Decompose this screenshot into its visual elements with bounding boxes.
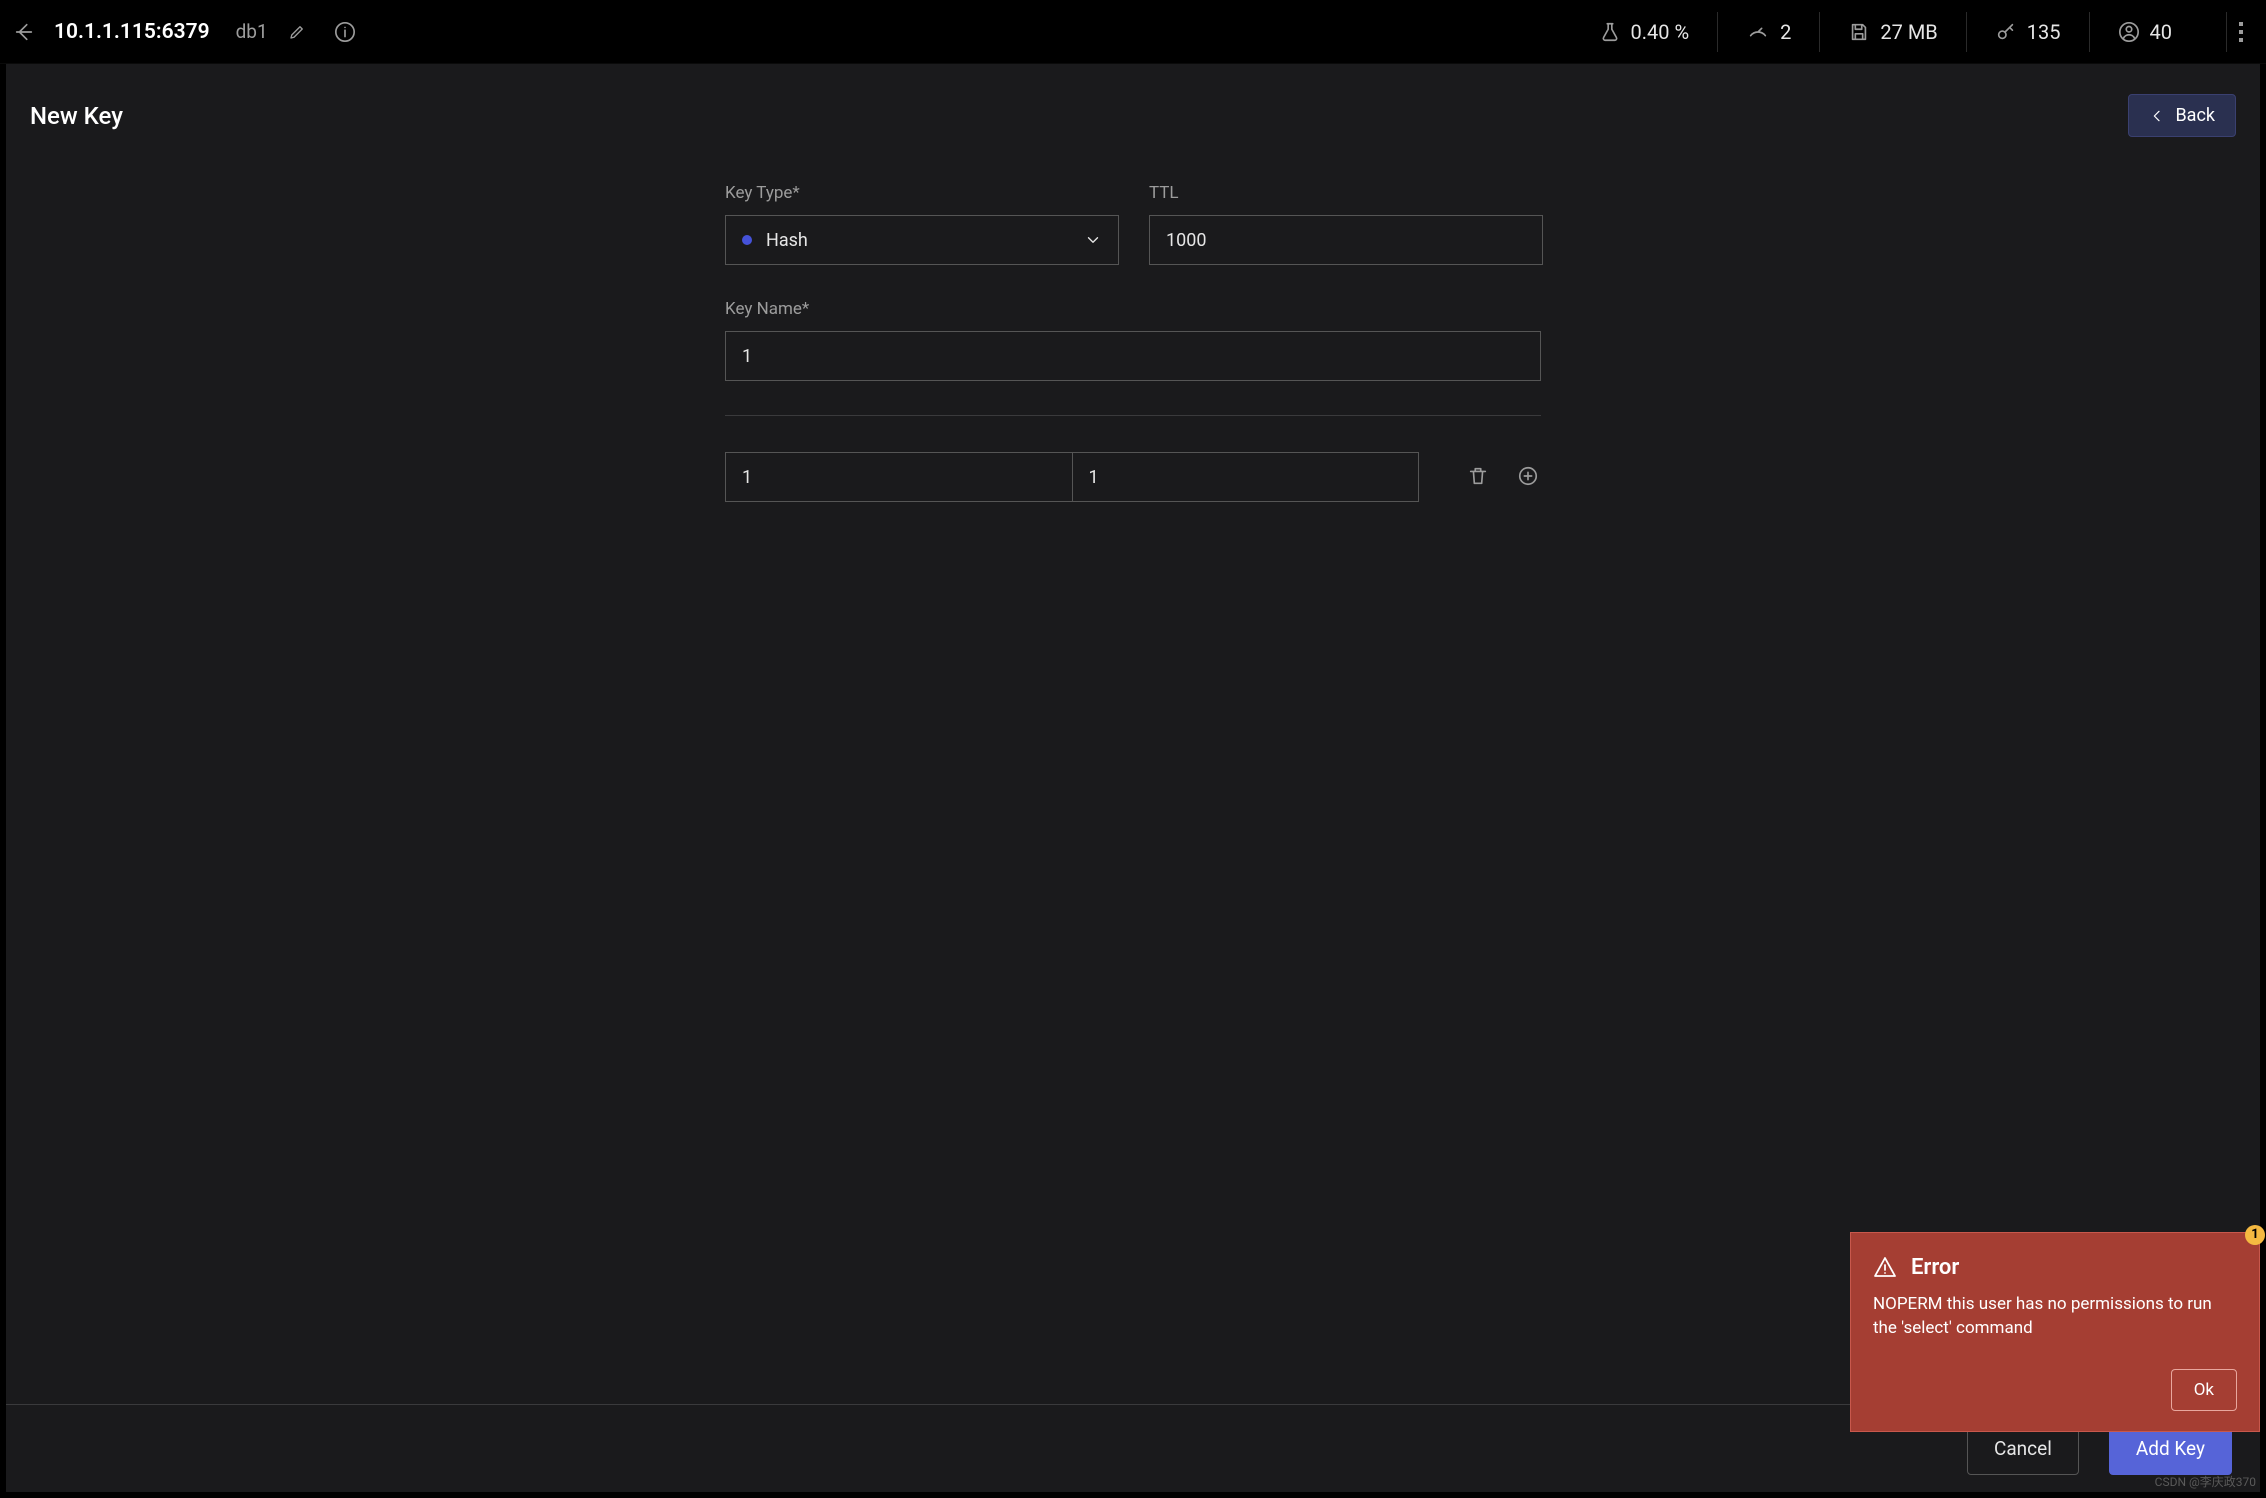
chevron-left-icon bbox=[2149, 108, 2165, 124]
save-icon bbox=[1848, 21, 1870, 43]
top-bar: 10.1.1.115:6379 db1 0.40 % 2 27 MB 135 4… bbox=[0, 0, 2266, 64]
toast-count-badge: 1 bbox=[2245, 1225, 2265, 1245]
more-menu-icon[interactable] bbox=[2226, 12, 2254, 52]
toast-title: Error bbox=[1911, 1255, 1959, 1280]
stat-cpu: 0.40 % bbox=[1571, 12, 1718, 52]
gauge-icon bbox=[1746, 21, 1770, 43]
stats-bar: 0.40 % 2 27 MB 135 40 bbox=[1571, 0, 2200, 63]
page-title: New Key bbox=[30, 102, 123, 130]
flask-icon bbox=[1599, 21, 1621, 43]
new-key-form: Key Type* Hash TTL Key Name* bbox=[725, 183, 1541, 1404]
watermark: CSDN @李庆政370 bbox=[2155, 1473, 2256, 1490]
hash-type-dot-icon bbox=[742, 235, 752, 245]
delete-row-icon[interactable] bbox=[1467, 465, 1491, 489]
stat-users: 40 bbox=[2089, 12, 2200, 52]
hash-field-input[interactable] bbox=[725, 452, 1073, 502]
back-button-label: Back bbox=[2175, 105, 2215, 126]
stat-memory-value: 27 MB bbox=[1880, 20, 1937, 44]
hash-field-row bbox=[725, 452, 1541, 502]
key-name-input[interactable] bbox=[725, 331, 1541, 381]
edit-icon[interactable] bbox=[286, 21, 308, 43]
stat-cpu-value: 0.40 % bbox=[1631, 20, 1690, 44]
form-divider bbox=[725, 415, 1541, 416]
toast-message: NOPERM this user has no permissions to r… bbox=[1873, 1292, 2237, 1341]
back-arrow-icon[interactable] bbox=[12, 20, 36, 44]
toast-ok-button[interactable]: Ok bbox=[2171, 1369, 2237, 1411]
ttl-label: TTL bbox=[1149, 183, 1543, 203]
back-button[interactable]: Back bbox=[2128, 94, 2236, 137]
stat-users-value: 40 bbox=[2150, 20, 2172, 44]
chevron-down-icon bbox=[1084, 231, 1102, 249]
key-type-label: Key Type* bbox=[725, 183, 1119, 203]
database-name[interactable]: db1 bbox=[236, 20, 268, 43]
error-toast: 1 Error NOPERM this user has no permissi… bbox=[1850, 1232, 2260, 1432]
key-icon bbox=[1995, 21, 2017, 43]
key-type-value: Hash bbox=[766, 230, 808, 251]
ttl-input[interactable] bbox=[1149, 215, 1543, 265]
key-type-select[interactable]: Hash bbox=[725, 215, 1119, 265]
host-address: 10.1.1.115:6379 bbox=[54, 20, 210, 44]
add-row-icon[interactable] bbox=[1517, 465, 1541, 489]
user-icon bbox=[2118, 21, 2140, 43]
key-name-label: Key Name* bbox=[725, 299, 1541, 319]
info-icon[interactable] bbox=[334, 21, 356, 43]
stat-keys: 135 bbox=[1966, 12, 2089, 52]
warning-icon bbox=[1873, 1255, 1897, 1279]
stat-keys-value: 135 bbox=[2027, 20, 2061, 44]
stat-commands: 2 bbox=[1717, 12, 1819, 52]
hash-value-input[interactable] bbox=[1072, 452, 1420, 502]
stat-commands-value: 2 bbox=[1780, 20, 1791, 44]
stat-memory: 27 MB bbox=[1819, 12, 1965, 52]
